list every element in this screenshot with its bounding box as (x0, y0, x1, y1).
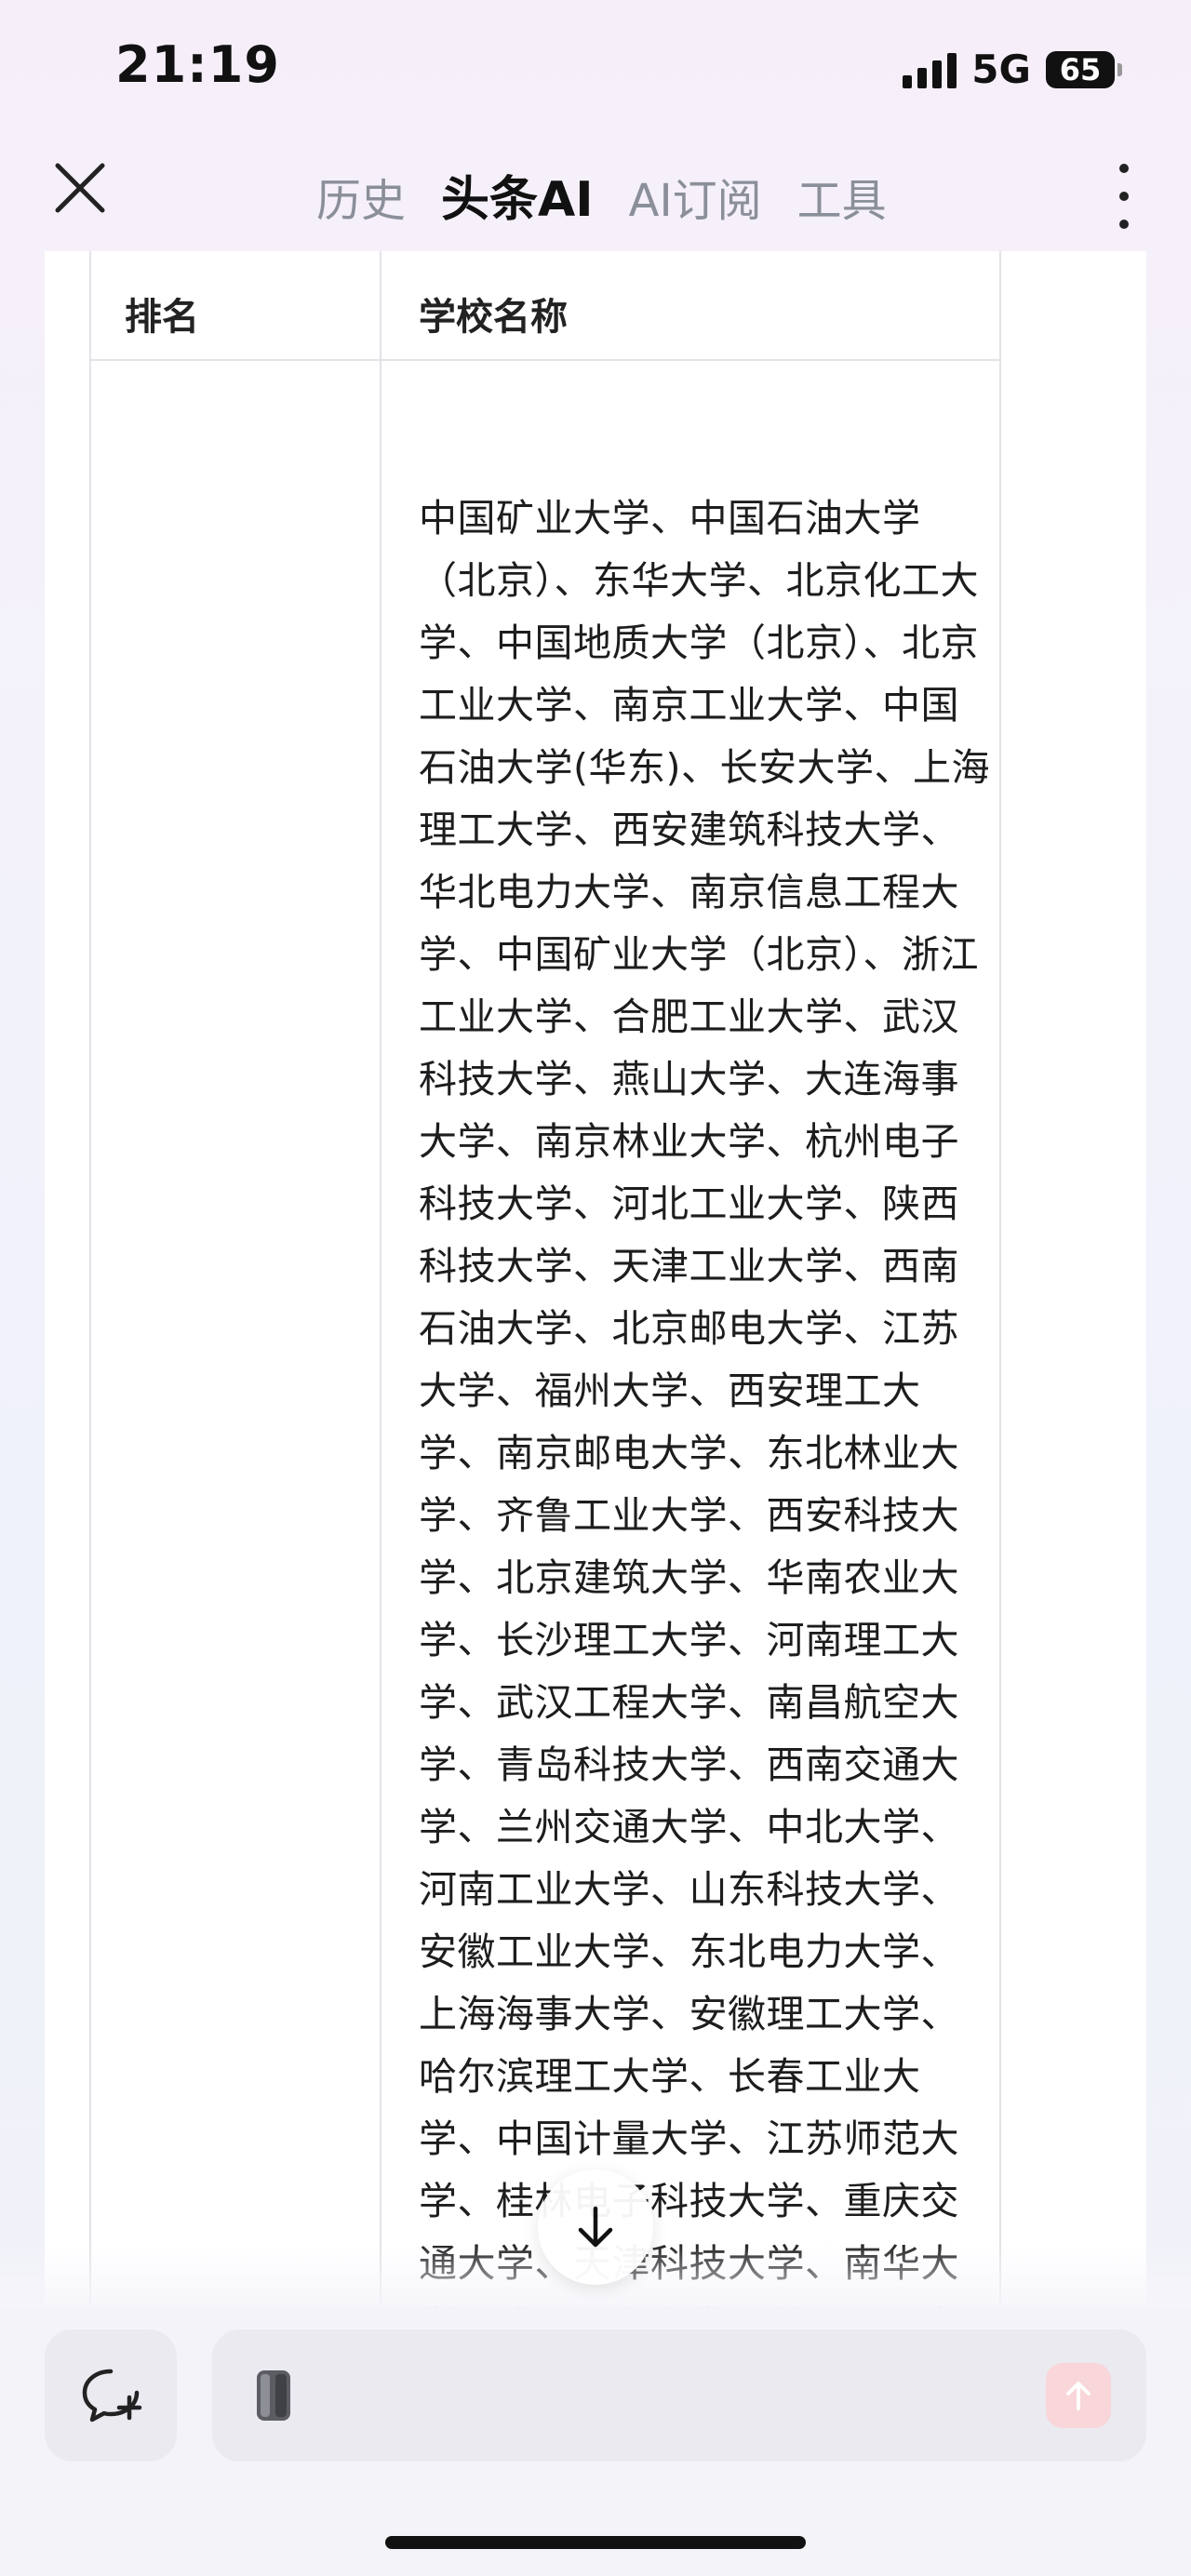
scroll-down-button[interactable] (538, 2169, 653, 2285)
tab-tools[interactable]: 工具 (797, 164, 887, 229)
top-nav: 历史 头条AI AI订阅 工具 (0, 140, 1191, 251)
header-school-name: 学校名称 (419, 296, 568, 339)
tab-history[interactable]: 历史 (316, 164, 406, 229)
column-divider (380, 251, 381, 2307)
battery-level: 65 (1059, 51, 1102, 87)
voice-icon (257, 2370, 290, 2421)
status-time: 21:19 (115, 35, 280, 94)
close-icon (55, 163, 105, 213)
tab-ai-subscribe[interactable]: AI订阅 (629, 164, 762, 229)
status-bar: 21:19 5G 65 (0, 0, 1191, 140)
arrow-up-icon (1066, 2382, 1091, 2410)
network-type: 5G (971, 47, 1031, 92)
school-names-cell: 中国矿业大学、中国石油大学（北京）、东华大学、北京化工大学、中国地质大学（北京）… (419, 496, 990, 2307)
more-dot-icon (1119, 220, 1129, 229)
home-indicator (385, 2536, 806, 2549)
new-chat-icon (82, 2369, 142, 2423)
close-button[interactable] (50, 158, 110, 218)
tab-toutiao-ai[interactable]: 头条AI (441, 160, 594, 230)
battery-icon: 65 (1046, 50, 1122, 88)
tab-bar: 历史 头条AI AI订阅 工具 (316, 160, 887, 230)
table-header-row: 排名 学校名称 (91, 251, 999, 361)
new-chat-button[interactable] (45, 2329, 177, 2462)
send-button[interactable] (1046, 2363, 1111, 2428)
more-menu-button[interactable] (1105, 164, 1143, 229)
bottom-input-area (0, 2307, 1191, 2576)
header-rank: 排名 (125, 296, 199, 339)
arrow-down-icon (578, 2206, 613, 2248)
chat-input[interactable] (212, 2329, 1146, 2462)
signal-icon (903, 51, 957, 88)
more-dot-icon (1119, 164, 1129, 173)
status-indicators: 5G 65 (903, 47, 1122, 92)
ranking-table: 排名 学校名称 中国矿业大学、中国石油大学（北京）、东华大学、北京化工大学、中国… (89, 251, 1001, 2307)
more-dot-icon (1119, 192, 1129, 201)
answer-card: 排名 学校名称 中国矿业大学、中国石油大学（北京）、东华大学、北京化工大学、中国… (45, 251, 1146, 2307)
